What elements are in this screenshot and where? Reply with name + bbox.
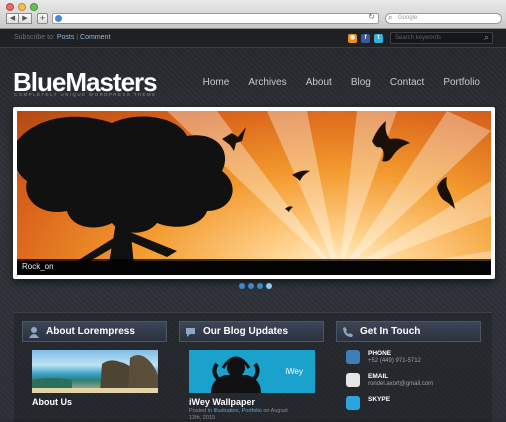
- browser-search-field[interactable]: ⌕ Google: [385, 13, 502, 24]
- slider-dot-4[interactable]: [266, 283, 272, 289]
- slide-image: Rock_on: [17, 111, 491, 275]
- chat-bubble-icon: [186, 327, 195, 337]
- blog-post-meta: Posted in Illustration, Portfolio on Aug…: [189, 408, 288, 414]
- blog-widget-title: Our Blog Updates: [203, 326, 289, 337]
- subscribe-links: Subscribe to: Posts | Comment: [14, 34, 110, 41]
- social-icons: ◉ f t: [348, 34, 383, 43]
- main-navigation: Home Archives About Blog Contact Portfol…: [203, 77, 480, 88]
- blog-widget: Our Blog Updates iWey iWey Wallpaper Pos…: [179, 321, 324, 421]
- globe-icon: [55, 15, 62, 22]
- about-widget: About Lorempress About Us: [22, 321, 167, 407]
- contact-phone: PHONE +52 (449) 971-5712: [346, 350, 481, 364]
- address-bar[interactable]: ↻: [52, 12, 379, 24]
- slide-caption: Rock_on: [17, 259, 491, 275]
- window-controls: [6, 3, 38, 11]
- site-tagline: COMPLETELY UNIQUE WORDPRESS THEME: [14, 92, 157, 97]
- slider-pagination: [239, 283, 272, 289]
- contact-widget: Get In Touch PHONE +52 (449) 971-5712 EM…: [336, 321, 481, 419]
- subscribe-comments-link[interactable]: Comment: [80, 34, 110, 41]
- subscribe-label: Subscribe to:: [14, 34, 55, 41]
- contact-skype: SKYPE: [346, 396, 481, 410]
- minimize-window-button[interactable]: [18, 3, 26, 11]
- phone-value: +52 (449) 971-5712: [368, 358, 421, 364]
- posted-on-label: on August: [263, 408, 288, 414]
- sunset-tree-illustration: [17, 111, 491, 275]
- beach-rocks-illustration: [32, 355, 158, 393]
- browser-search-placeholder: Google: [398, 15, 418, 21]
- phone-handset-icon: [343, 326, 353, 337]
- email-value[interactable]: rondel.axort@gmail.com: [368, 381, 433, 387]
- blog-image-label: iWey: [285, 367, 303, 376]
- blog-post-date: 12th, 2010: [189, 415, 215, 421]
- skype-icon: [346, 396, 360, 410]
- zoom-window-button[interactable]: [30, 3, 38, 11]
- category-link-illustration[interactable]: Illustration: [213, 408, 238, 414]
- blog-post-image[interactable]: iWey: [189, 350, 315, 393]
- facebook-icon[interactable]: f: [361, 34, 370, 43]
- search-icon[interactable]: ⌕: [484, 32, 489, 42]
- nav-item-about[interactable]: About: [306, 77, 332, 88]
- back-arrow-icon: ◀: [9, 15, 16, 22]
- nav-item-blog[interactable]: Blog: [351, 77, 371, 88]
- slider-dot-2[interactable]: [248, 283, 254, 289]
- forward-arrow-icon: ▶: [22, 15, 28, 22]
- envelope-icon: [346, 373, 360, 387]
- reload-icon[interactable]: ↻: [368, 12, 375, 21]
- slider-dot-3[interactable]: [257, 283, 263, 289]
- about-item-title[interactable]: About Us: [32, 397, 167, 407]
- close-window-button[interactable]: [6, 3, 14, 11]
- history-buttons: ◀ ▶: [6, 13, 32, 24]
- rss-icon[interactable]: ◉: [348, 34, 357, 43]
- nav-item-portfolio[interactable]: Portfolio: [443, 77, 480, 88]
- phone-label: PHONE: [368, 350, 392, 357]
- contact-widget-header: Get In Touch: [336, 321, 481, 342]
- about-image[interactable]: [32, 350, 158, 393]
- about-widget-title: About Lorempress: [46, 326, 135, 337]
- skype-label: SKYPE: [368, 396, 391, 403]
- category-link-portfolio[interactable]: Portfolio: [242, 408, 262, 414]
- browser-toolbar: ◀ ▶ + ↻ ⌕ Google: [0, 0, 506, 29]
- nav-item-home[interactable]: Home: [203, 77, 230, 88]
- site-search-input[interactable]: Search keywords ⌕: [390, 32, 493, 44]
- posted-in-label: Posted in: [189, 408, 212, 414]
- widget-area: About Lorempress About Us Our Blog Updat…: [14, 312, 492, 422]
- twitter-icon[interactable]: t: [374, 34, 383, 43]
- slider-dot-1[interactable]: [239, 283, 245, 289]
- nav-item-archives[interactable]: Archives: [248, 77, 286, 88]
- featured-slider[interactable]: Rock_on: [13, 107, 495, 279]
- contact-widget-title: Get In Touch: [360, 326, 421, 337]
- web-page: Subscribe to: Posts | Comment ◉ f t Sear…: [0, 29, 506, 422]
- about-widget-header: About Lorempress: [22, 321, 167, 342]
- contact-list: PHONE +52 (449) 971-5712 EMAIL rondel.ax…: [346, 350, 481, 410]
- search-icon: ⌕: [388, 13, 393, 22]
- blog-post-title[interactable]: iWey Wallpaper: [189, 397, 324, 407]
- user-icon: [29, 326, 39, 338]
- email-label: EMAIL: [368, 373, 389, 380]
- back-button[interactable]: ◀: [6, 13, 19, 24]
- phone-icon: [346, 350, 360, 364]
- subscribe-posts-link[interactable]: Posts: [57, 34, 75, 41]
- top-bar: Subscribe to: Posts | Comment ◉ f t Sear…: [0, 29, 506, 48]
- forward-button[interactable]: ▶: [19, 13, 32, 24]
- new-tab-button[interactable]: +: [37, 13, 48, 24]
- contact-email: EMAIL rondel.axort@gmail.com: [346, 373, 481, 387]
- blog-widget-header: Our Blog Updates: [179, 321, 324, 342]
- plus-icon: +: [39, 13, 46, 23]
- nav-item-contact[interactable]: Contact: [390, 77, 424, 88]
- site-search-placeholder: Search keywords: [395, 35, 442, 41]
